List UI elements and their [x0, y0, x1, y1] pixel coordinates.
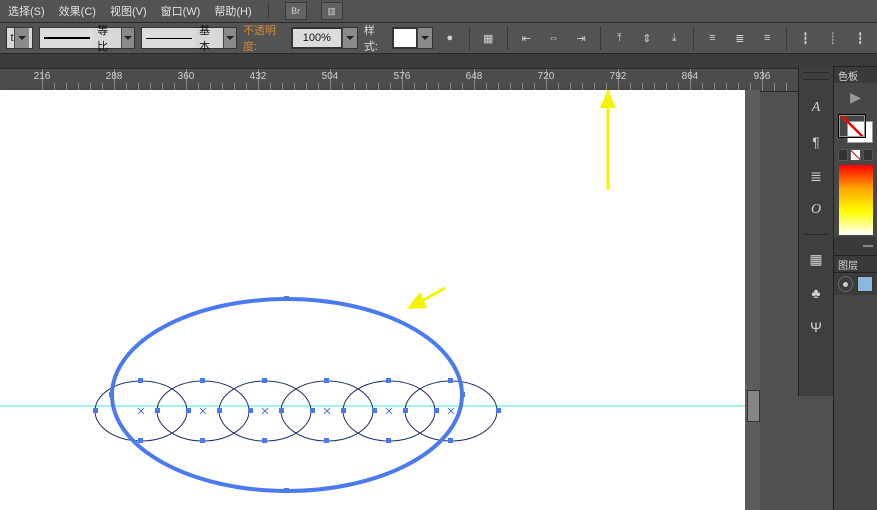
artboard[interactable]: [0, 90, 745, 510]
glyphs-panel-icon[interactable]: O: [803, 198, 829, 222]
align-left-icon[interactable]: ⇤: [516, 26, 537, 50]
opacity-value[interactable]: 100%: [292, 28, 342, 48]
character-panel-icon[interactable]: A: [803, 96, 829, 120]
tab-strip: [0, 54, 877, 69]
ruler-label: 864: [682, 71, 699, 82]
distribute-h3-icon[interactable]: ≡: [757, 26, 778, 50]
brushes-panel-icon[interactable]: Ψ: [803, 315, 829, 339]
panel-spacer: [834, 237, 877, 255]
vertical-scrollbar[interactable]: [745, 90, 760, 510]
ruler-label: 288: [106, 71, 123, 82]
stroke-profile-label: 等比: [93, 22, 120, 54]
menu-bar: 选择(S) 效果(C) 视图(V) 窗口(W) 帮助(H) Br ▥: [0, 0, 877, 23]
brush-definition-dropdown[interactable]: 基本: [141, 27, 237, 49]
dock-separator: [803, 234, 829, 235]
distribute-v3-icon[interactable]: ┇: [850, 26, 871, 50]
distribute-v2-icon[interactable]: ┊: [822, 26, 843, 50]
canvas-drawing: [0, 90, 745, 510]
selection-handles: [93, 296, 501, 493]
align-center-vertical-icon[interactable]: ⇕: [636, 26, 657, 50]
options-bar: t 等比 基本 不透明度: 100% 样式: ● ▦ ⇤ ⇔ ⇥ ⤒ ⇕ ⤓ ≡…: [0, 23, 877, 54]
menu-view[interactable]: 视图(V): [110, 3, 147, 19]
distribute-h2-icon[interactable]: ≣: [729, 26, 750, 50]
ruler-label: 576: [394, 71, 411, 82]
ruler-label: 936: [754, 71, 771, 82]
paragraph-panel-icon[interactable]: ¶: [803, 130, 829, 154]
sphere-icon[interactable]: ●: [439, 26, 460, 50]
menu-window[interactable]: 窗口(W): [161, 3, 201, 19]
align-right-icon[interactable]: ⇥: [570, 26, 591, 50]
separator: [507, 26, 508, 50]
layer-color-chip: [857, 276, 873, 292]
transform-panel-icon[interactable]: ▦: [803, 247, 829, 271]
color-mode-buttons[interactable]: [834, 147, 877, 163]
opacity-label: 不透明度:: [243, 22, 285, 54]
scrollbar-thumb[interactable]: [747, 390, 760, 422]
collapsed-panel-dock: A ¶ ≣ O ▦ ♣ Ψ: [798, 66, 834, 396]
opacity-field[interactable]: 100%: [291, 27, 358, 49]
color-spectrum[interactable]: [839, 165, 873, 235]
arrange-documents-icon[interactable]: ▥: [321, 2, 343, 20]
ruler-label: 360: [178, 71, 195, 82]
style-label: 样式:: [364, 22, 386, 54]
menu-effect[interactable]: 效果(C): [59, 3, 96, 19]
menu-separator: [268, 3, 269, 19]
separator: [693, 26, 694, 50]
style-dropdown[interactable]: [392, 27, 433, 49]
ruler-label: 216: [34, 71, 51, 82]
opentype-panel-icon[interactable]: ≣: [803, 164, 829, 188]
ruler-label: 792: [610, 71, 627, 82]
align-top-icon[interactable]: ⤒: [609, 26, 630, 50]
menu-help[interactable]: 帮助(H): [214, 3, 251, 19]
annotation-arrow-1: [600, 90, 616, 190]
play-icon[interactable]: ▶: [850, 89, 861, 106]
ruler-label: 720: [538, 71, 555, 82]
isolate-selection-icon[interactable]: ▦: [477, 26, 498, 50]
swatches-panel-tab[interactable]: 色板: [834, 66, 877, 83]
distribute-h1-icon[interactable]: ≡: [702, 26, 723, 50]
layers-panel-tab[interactable]: 图层: [834, 255, 877, 272]
distribute-v1-icon[interactable]: ┇: [795, 26, 816, 50]
align-center-horizontal-icon[interactable]: ⇔: [543, 26, 564, 50]
align-bottom-icon[interactable]: ⤓: [663, 26, 684, 50]
layer-row[interactable]: [834, 272, 877, 295]
unit-dropdown[interactable]: t: [6, 27, 33, 49]
separator: [600, 26, 601, 50]
ruler-label: 432: [250, 71, 267, 82]
separator: [786, 26, 787, 50]
dock-grip[interactable]: [803, 72, 829, 80]
brush-definition-label: 基本: [195, 22, 222, 54]
visibility-toggle-icon[interactable]: [838, 276, 853, 292]
menu-select[interactable]: 选择(S): [8, 3, 45, 19]
separator: [469, 26, 470, 50]
ruler-label: 504: [322, 71, 339, 82]
annotation-arrow-2: [407, 288, 445, 309]
right-panel-group: 色板 ▶ 图层: [833, 66, 877, 510]
bridge-icon[interactable]: Br: [285, 2, 307, 20]
horizontal-ruler[interactable]: 216 288 360 432 504 576 648 720 792 864 936: [0, 69, 877, 92]
symbols-panel-icon[interactable]: ♣: [803, 281, 829, 305]
stroke-profile-dropdown[interactable]: 等比: [39, 27, 135, 49]
workspace: [0, 90, 760, 510]
fill-stroke-swatch[interactable]: [839, 115, 873, 143]
ruler-label: 648: [466, 71, 483, 82]
